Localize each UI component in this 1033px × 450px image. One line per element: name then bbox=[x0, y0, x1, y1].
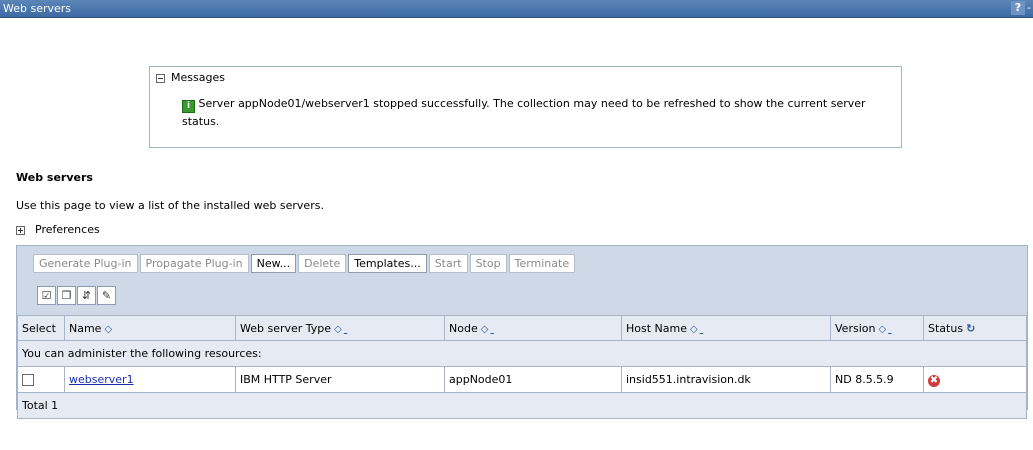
select-all-icon[interactable]: ☑ bbox=[37, 286, 56, 305]
action-toolbar: Generate Plug-in Propagate Plug-in New... D… bbox=[33, 254, 577, 276]
page-description: Use this page to view a list of the inst… bbox=[16, 199, 324, 212]
expand-icon[interactable] bbox=[16, 225, 25, 235]
message-text: Server appNode01/webserver1 stopped succ… bbox=[182, 97, 866, 128]
col-select: Select bbox=[17, 315, 65, 341]
host-cell: insid551.intravision.dk bbox=[621, 366, 831, 393]
name-cell: webserver1 bbox=[64, 366, 236, 393]
collection-panel: Generate Plug-in Propagate Plug-in New... D… bbox=[16, 245, 1028, 419]
generate-plugin-button[interactable]: Generate Plug-in bbox=[33, 254, 138, 273]
webserver-name-link[interactable]: webserver1 bbox=[69, 373, 134, 386]
preferences-toggle[interactable]: Preferences bbox=[16, 223, 100, 236]
messages-box: Messages i Server appNode01/webserver1 s… bbox=[149, 66, 902, 148]
col-version-label: Version bbox=[835, 321, 876, 335]
col-status[interactable]: Status ↻ bbox=[923, 315, 1027, 341]
stop-button[interactable]: Stop bbox=[469, 254, 507, 273]
message-text-block: i Server appNode01/webserver1 stopped su… bbox=[182, 95, 892, 130]
sort-link[interactable] bbox=[490, 322, 494, 335]
preferences-label: Preferences bbox=[35, 223, 100, 236]
row-checkbox[interactable] bbox=[22, 374, 34, 386]
sort-link[interactable] bbox=[344, 322, 348, 335]
table-header-row: Select Name ◇ Web server Type ◇ Node ◇ Host… bbox=[17, 315, 1027, 341]
sort-icon[interactable]: ◇ bbox=[878, 324, 886, 335]
total-text: Total 1 bbox=[17, 392, 1027, 419]
web-servers-table: Select Name ◇ Web server Type ◇ Node ◇ Host… bbox=[17, 315, 1027, 419]
status-cell: ✖ bbox=[923, 366, 1027, 393]
col-node[interactable]: Node ◇ bbox=[444, 315, 622, 341]
help-icon[interactable]: ? bbox=[1011, 1, 1025, 15]
col-select-label: Select bbox=[22, 321, 56, 335]
total-row: Total 1 bbox=[17, 392, 1027, 419]
node-cell: appNode01 bbox=[444, 366, 622, 393]
page-title: Web servers bbox=[16, 171, 93, 184]
preferences-icon[interactable]: ✎ bbox=[97, 286, 116, 305]
col-type-label: Web server Type bbox=[240, 321, 332, 335]
row-select-cell bbox=[17, 366, 65, 393]
hint-row: You can administer the following resourc… bbox=[17, 340, 1027, 367]
window-title: Web servers bbox=[3, 2, 72, 15]
window-titlebar: Web servers ? - bbox=[0, 0, 1033, 18]
col-name-label: Name bbox=[69, 321, 102, 335]
col-node-label: Node bbox=[449, 321, 478, 335]
deselect-all-icon[interactable]: ❐ bbox=[57, 286, 76, 305]
terminate-button[interactable]: Terminate bbox=[508, 254, 576, 273]
col-name[interactable]: Name ◇ bbox=[64, 315, 236, 341]
info-icon: i bbox=[182, 100, 195, 113]
sort-icon[interactable]: ◇ bbox=[334, 324, 342, 335]
col-version[interactable]: Version ◇ bbox=[830, 315, 924, 341]
stopped-status-icon[interactable]: ✖ bbox=[928, 374, 940, 387]
type-cell: IBM HTTP Server bbox=[235, 366, 445, 393]
hint-text: You can administer the following resourc… bbox=[17, 340, 1027, 367]
messages-header[interactable]: Messages bbox=[156, 71, 225, 85]
col-host-label: Host Name bbox=[626, 321, 687, 335]
show-filter-icon[interactable]: ⇵ bbox=[77, 286, 96, 305]
version-cell: ND 8.5.5.9 bbox=[830, 366, 924, 393]
delete-button[interactable]: Delete bbox=[298, 254, 347, 273]
sort-link[interactable] bbox=[700, 322, 704, 335]
col-type[interactable]: Web server Type ◇ bbox=[235, 315, 445, 341]
col-status-label: Status bbox=[928, 321, 964, 335]
col-host[interactable]: Host Name ◇ bbox=[621, 315, 831, 341]
refresh-icon[interactable]: ↻ bbox=[966, 322, 975, 335]
collapse-icon[interactable] bbox=[156, 73, 165, 83]
templates-button[interactable]: Templates... bbox=[348, 254, 427, 273]
start-button[interactable]: Start bbox=[428, 254, 468, 273]
table-icon-bar: ☑ ❐ ⇵ ✎ bbox=[37, 286, 117, 305]
table-row: webserver1 IBM HTTP Server appNode01 ins… bbox=[17, 366, 1027, 393]
new-button[interactable]: New... bbox=[250, 254, 297, 273]
propagate-plugin-button[interactable]: Propagate Plug-in bbox=[139, 254, 249, 273]
sort-icon[interactable]: ◇ bbox=[481, 324, 489, 335]
sort-icon[interactable]: ◇ bbox=[690, 324, 698, 335]
sort-link[interactable] bbox=[888, 322, 892, 335]
messages-label: Messages bbox=[171, 71, 225, 84]
sort-icon[interactable]: ◇ bbox=[104, 324, 112, 335]
minimize-icon[interactable]: - bbox=[1027, 1, 1033, 15]
